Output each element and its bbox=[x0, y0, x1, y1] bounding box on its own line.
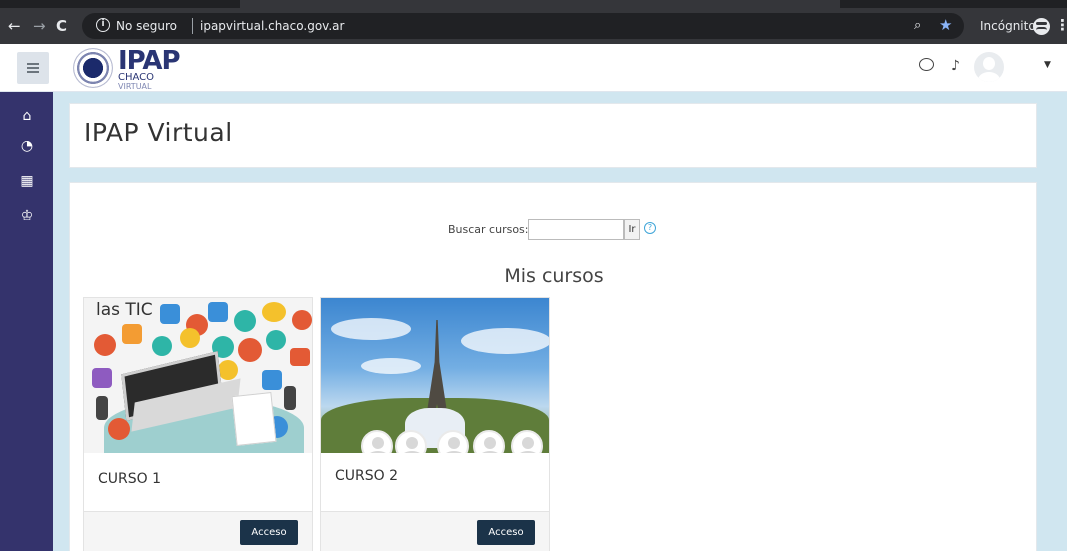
location-pin-icon bbox=[94, 334, 116, 356]
search-label: Buscar cursos: bbox=[448, 223, 529, 236]
course-name-link[interactable]: CURSO 1 bbox=[98, 471, 161, 487]
watch-icon bbox=[108, 418, 130, 440]
help-icon[interactable]: ? bbox=[644, 222, 656, 234]
browser-menu-icon[interactable]: ⋮ bbox=[1055, 16, 1067, 34]
document-illustration bbox=[231, 392, 277, 446]
messages-icon[interactable] bbox=[919, 58, 934, 71]
instagram-icon bbox=[122, 324, 142, 344]
search-go-button[interactable]: Ir bbox=[624, 219, 640, 240]
course-image-caption: las TIC bbox=[96, 300, 153, 320]
address-bar[interactable]: i No seguro ipapvirtual.chaco.gov.ar ⌕ ★ bbox=[82, 13, 964, 39]
calendar-icon[interactable]: ▦ bbox=[17, 171, 37, 191]
course-search-input[interactable] bbox=[528, 219, 624, 240]
page-header: IPAP Virtual bbox=[69, 103, 1037, 168]
access-course-button[interactable]: Acceso bbox=[240, 520, 298, 545]
incognito-icon[interactable] bbox=[1033, 18, 1050, 35]
page-content: IPAP Virtual Buscar cursos: Ir ? Mis cur… bbox=[53, 92, 1067, 551]
logo-text[interactable]: IPAP bbox=[118, 48, 181, 74]
ipap-logo-icon[interactable] bbox=[73, 48, 113, 88]
logo-subtext-virtual: VIRTUAL bbox=[118, 82, 152, 91]
section-title: Mis cursos bbox=[70, 265, 1038, 287]
notifications-bell-icon[interactable]: ♪ bbox=[951, 58, 960, 74]
cloud-shape bbox=[461, 328, 549, 354]
video-icon bbox=[266, 330, 286, 350]
nav-drawer: ⌂ ◔ ▦ ♔ bbox=[0, 92, 53, 551]
magnifier-icon bbox=[92, 368, 112, 388]
site-navbar: IPAP CHACO VIRTUAL ♪ ▼ bbox=[0, 44, 1067, 92]
twitter-icon bbox=[160, 304, 180, 324]
hamburger-line bbox=[27, 71, 39, 73]
active-tab[interactable] bbox=[240, 0, 840, 8]
phone-icon bbox=[284, 386, 296, 410]
drawer-toggle-button[interactable] bbox=[17, 52, 49, 84]
frontpage-main: Buscar cursos: Ir ? Mis cursos las TIC C… bbox=[69, 182, 1037, 551]
cloud-icon bbox=[262, 370, 282, 390]
insecure-label: No seguro bbox=[116, 19, 178, 33]
my-courses-graduation-cap-icon[interactable]: ♔ bbox=[17, 206, 37, 226]
course-search-form: Buscar cursos: Ir ? bbox=[70, 219, 1038, 241]
user-avatar[interactable] bbox=[974, 52, 1004, 82]
section-title-text: Mis cursos bbox=[504, 265, 604, 287]
course-card-footer: Acceso bbox=[84, 511, 312, 551]
star-icon bbox=[180, 328, 200, 348]
forward-arrow-icon[interactable]: → bbox=[33, 17, 46, 35]
access-course-button[interactable]: Acceso bbox=[477, 520, 535, 545]
hamburger-line bbox=[27, 67, 39, 69]
keyboard-icon bbox=[290, 348, 310, 366]
headphones-icon bbox=[234, 310, 256, 332]
screen: ← → C i No seguro ipapvirtual.chaco.gov.… bbox=[0, 0, 1067, 551]
url-text[interactable]: ipapvirtual.chaco.gov.ar bbox=[200, 19, 344, 33]
back-arrow-icon[interactable]: ← bbox=[8, 17, 21, 35]
chrome-tab-strip bbox=[0, 0, 1067, 8]
tablet-icon bbox=[218, 360, 238, 380]
gamepad-icon bbox=[152, 336, 172, 356]
cloud-shape bbox=[361, 358, 421, 374]
info-icon[interactable]: i bbox=[96, 18, 110, 32]
page-title: IPAP Virtual bbox=[84, 118, 233, 147]
incognito-label: Incógnito bbox=[980, 19, 1036, 33]
phone-icon bbox=[96, 396, 108, 420]
omnibox-separator bbox=[192, 18, 193, 34]
like-icon bbox=[208, 302, 228, 322]
course-image-tic[interactable]: las TIC bbox=[84, 298, 312, 453]
chat-bubble-icon bbox=[262, 302, 286, 322]
course-card-2[interactable]: CURSO 2 Acceso bbox=[320, 297, 550, 551]
reload-icon[interactable]: C bbox=[56, 17, 67, 35]
course-card-1[interactable]: las TIC CURSO 1 Acceso bbox=[83, 297, 313, 551]
course-image-paris[interactable] bbox=[321, 298, 549, 453]
course-name-link[interactable]: CURSO 2 bbox=[335, 468, 398, 484]
user-menu-caret-icon[interactable]: ▼ bbox=[1044, 60, 1051, 70]
search-icon[interactable]: ⌕ bbox=[914, 18, 921, 33]
bookmark-star-icon[interactable]: ★ bbox=[939, 16, 952, 34]
wifi-icon bbox=[238, 338, 262, 362]
camera-icon bbox=[292, 310, 312, 330]
course-card-footer: Acceso bbox=[321, 511, 549, 551]
browser-toolbar: ← → C i No seguro ipapvirtual.chaco.gov.… bbox=[0, 8, 1067, 44]
home-icon[interactable]: ⌂ bbox=[17, 106, 37, 126]
cloud-shape bbox=[331, 318, 411, 340]
dashboard-icon[interactable]: ◔ bbox=[17, 136, 37, 156]
hamburger-line bbox=[27, 63, 39, 65]
